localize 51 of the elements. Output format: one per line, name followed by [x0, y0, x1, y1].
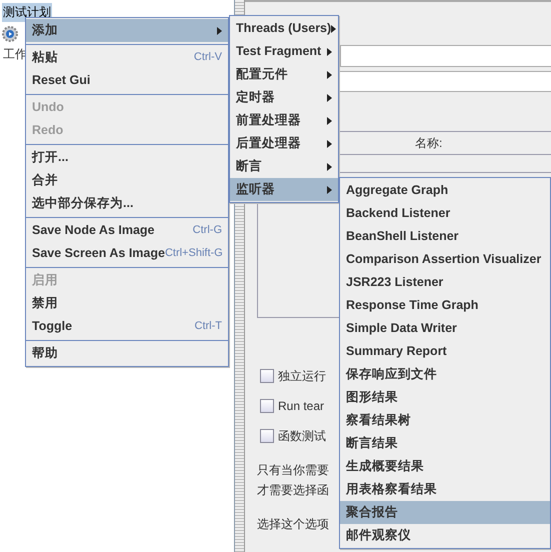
shortcut-label: Ctrl-T [194, 319, 222, 334]
menu-item[interactable]: 前置处理器 [230, 109, 338, 132]
menu-item[interactable]: 配置元件 [230, 63, 338, 86]
menu-item[interactable]: JSR223 Listener [340, 271, 550, 294]
menu-item[interactable]: 生成概要结果 [340, 455, 550, 478]
menu-item[interactable]: 察看结果树 [340, 409, 550, 432]
shortcut-label: Ctrl+Shift-G [164, 246, 223, 262]
checkbox-label: 函数测试 [278, 428, 326, 445]
comment-field[interactable] [340, 71, 551, 92]
menu-item[interactable]: BeanShell Listener [340, 225, 550, 248]
menu-item[interactable]: 邮件观察仪 [340, 524, 550, 547]
checkbox-label: Run tear [278, 398, 324, 415]
menu-item[interactable]: 禁用 [26, 292, 228, 315]
menu-item[interactable]: Backend Listener [340, 202, 550, 225]
menu-item[interactable]: 选中部分保存为... [26, 192, 228, 215]
shortcut-label: Ctrl-V [194, 50, 222, 66]
menu-item[interactable]: 监听器 [230, 178, 338, 201]
help-text: 选择这个选项 [257, 516, 329, 533]
checkbox[interactable] [260, 399, 274, 413]
menu-item[interactable]: 图形结果 [340, 386, 550, 409]
menu-item[interactable]: 添加 [26, 19, 228, 42]
menu-item[interactable]: Summary Report [340, 340, 550, 363]
checkbox[interactable] [260, 429, 274, 443]
menu-item[interactable]: 保存响应到文件 [340, 363, 550, 386]
menu-item[interactable]: Aggregate Graph [340, 179, 550, 202]
menu-item[interactable]: 帮助 [26, 342, 228, 365]
menu-item[interactable]: 定时器 [230, 86, 338, 109]
checkbox-label: 独立运行 [278, 368, 326, 385]
help-text: 才需要选择函 [257, 482, 329, 499]
menu-item[interactable]: 后置处理器 [230, 132, 338, 155]
menu-item[interactable]: Test Fragment [230, 40, 338, 63]
menu-item[interactable]: Toggle Ctrl-T [26, 315, 228, 338]
shortcut-label: Ctrl-G [192, 223, 222, 238]
menu-item[interactable]: 合并 [26, 169, 228, 192]
menu-item[interactable]: Threads (Users) [230, 17, 338, 40]
menu-item[interactable]: 粘贴 Ctrl-V [26, 46, 228, 69]
column-header: 名称: [415, 136, 442, 150]
menu-item[interactable]: 用表格察看结果 [340, 478, 550, 501]
menu-item[interactable]: 断言 [230, 155, 338, 178]
menu-item[interactable]: Comparison Assertion Visualizer [340, 248, 550, 271]
name-field[interactable] [340, 45, 551, 67]
menu-item[interactable]: Save Screen As ImageCtrl+Shift-G [26, 242, 228, 265]
menu-item[interactable]: 聚合报告 [340, 501, 550, 524]
menu-item[interactable]: 断言结果 [340, 432, 550, 455]
menu-item[interactable]: Reset Gui [26, 69, 228, 92]
menu-item[interactable]: Simple Data Writer [340, 317, 550, 340]
checkbox[interactable] [260, 369, 274, 383]
help-text: 只有当你需要 [257, 462, 329, 479]
menu-item[interactable]: 打开... [26, 146, 228, 169]
menu-item[interactable]: Save Node As Image Ctrl-G [26, 219, 228, 242]
menu-item[interactable]: Response Time Graph [340, 294, 550, 317]
